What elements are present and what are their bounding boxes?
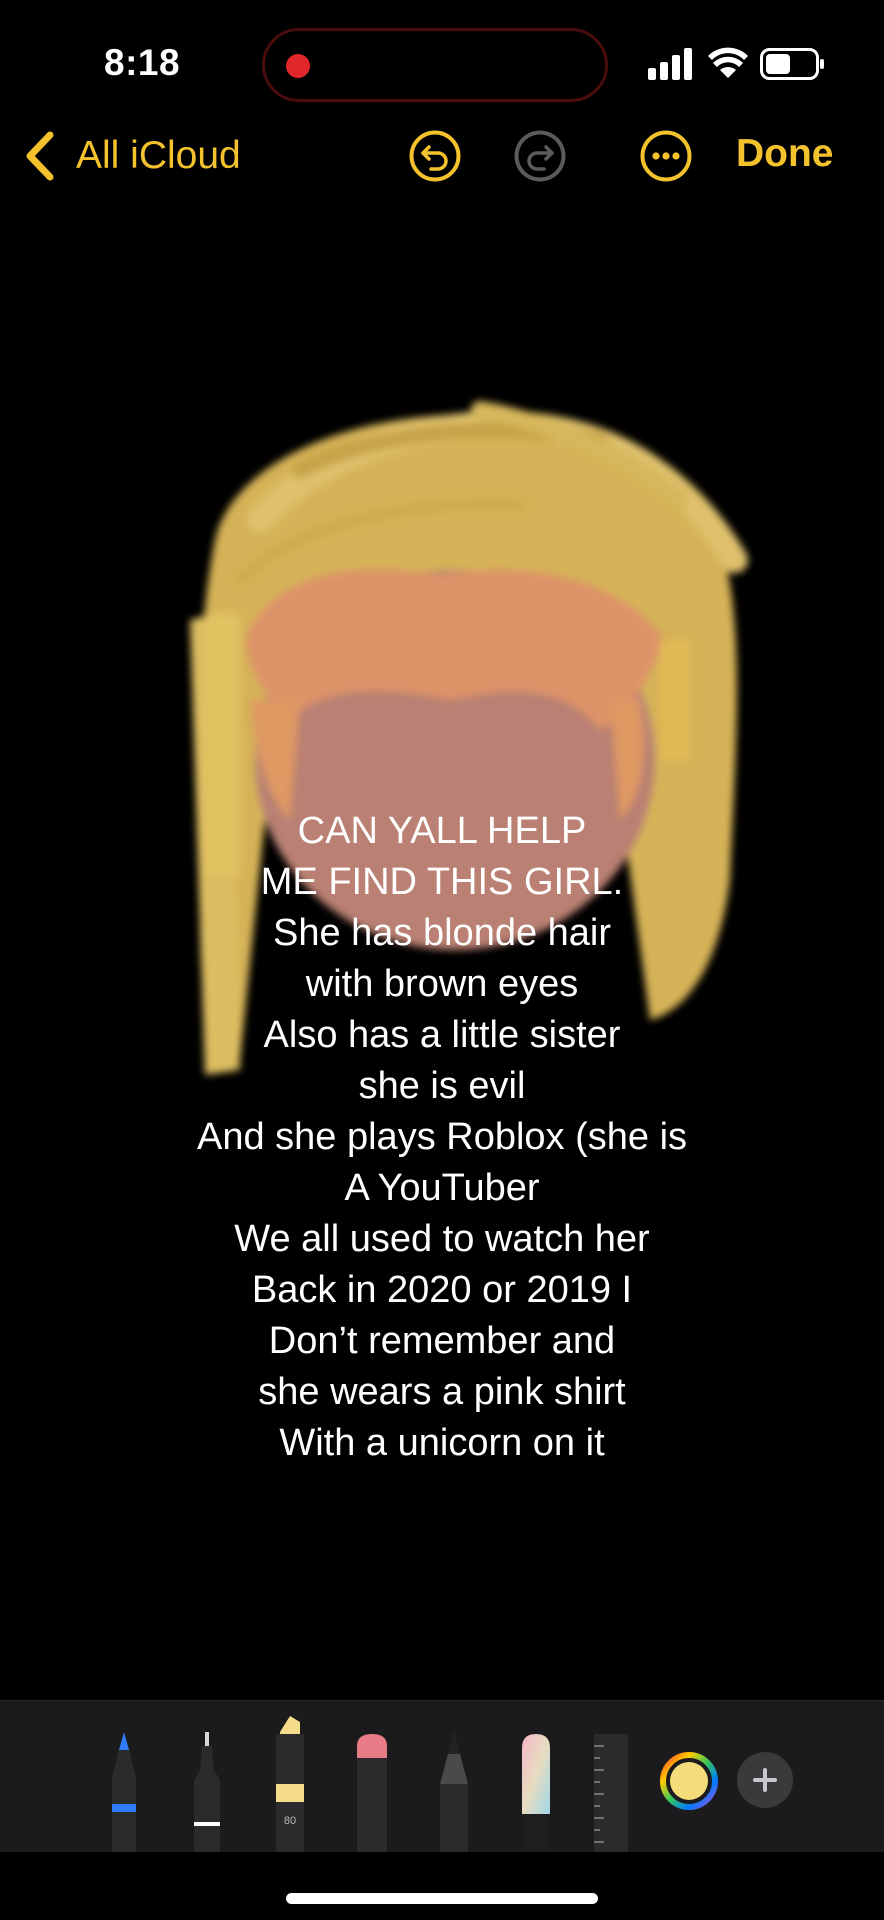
home-indicator[interactable]	[286, 1893, 598, 1904]
redo-icon[interactable]	[514, 130, 566, 182]
pen-tool[interactable]	[106, 1728, 142, 1852]
add-tool-button[interactable]	[737, 1752, 793, 1808]
color-picker-icon[interactable]	[660, 1752, 718, 1810]
note-line: Back in 2020 or 2019 I	[251, 1269, 633, 1311]
note-line: she wears a pink shirt	[258, 1371, 626, 1413]
monoline-tool[interactable]	[190, 1730, 224, 1852]
recording-indicator	[286, 54, 310, 78]
note-line: ME FIND THIS GIRL.	[260, 861, 624, 903]
eraser-tool[interactable]	[354, 1732, 390, 1852]
ruler-tool[interactable]	[592, 1734, 630, 1852]
pencil-tool[interactable]	[436, 1728, 472, 1852]
note-line: We all used to watch her	[234, 1218, 650, 1260]
marker-size-label: 80	[284, 1815, 296, 1827]
chevron-left-icon	[26, 131, 54, 181]
dynamic-island	[262, 28, 608, 102]
note-line: CAN YALL HELP	[297, 810, 587, 852]
back-label: All iCloud	[76, 134, 241, 177]
wifi-icon	[708, 47, 748, 78]
note-line: And she plays Roblox (she is	[196, 1116, 688, 1158]
note-line: Also has a little sister	[263, 1014, 621, 1056]
note-line: she is evil	[358, 1065, 526, 1107]
note-line: A YouTuber	[344, 1167, 540, 1209]
note-line: with brown eyes	[305, 963, 579, 1005]
note-text: CAN YALL HELP ME FIND THIS GIRL. She has…	[0, 806, 884, 1469]
marker-tool[interactable]: 80	[272, 1712, 308, 1852]
battery-icon	[760, 48, 824, 80]
status-time: 8:18	[104, 42, 181, 83]
note-line: Don’t remember and	[268, 1320, 616, 1362]
done-button[interactable]: Done	[736, 132, 834, 176]
more-options-icon[interactable]	[640, 130, 692, 182]
back-button[interactable]: All iCloud	[24, 128, 241, 184]
note-line: She has blonde hair	[272, 912, 612, 954]
note-line: With a unicorn on it	[279, 1422, 605, 1464]
bottom-safe-area	[0, 1852, 884, 1920]
signal-icon	[648, 48, 692, 80]
crayon-tool[interactable]	[518, 1732, 554, 1852]
undo-icon[interactable]	[409, 130, 461, 182]
